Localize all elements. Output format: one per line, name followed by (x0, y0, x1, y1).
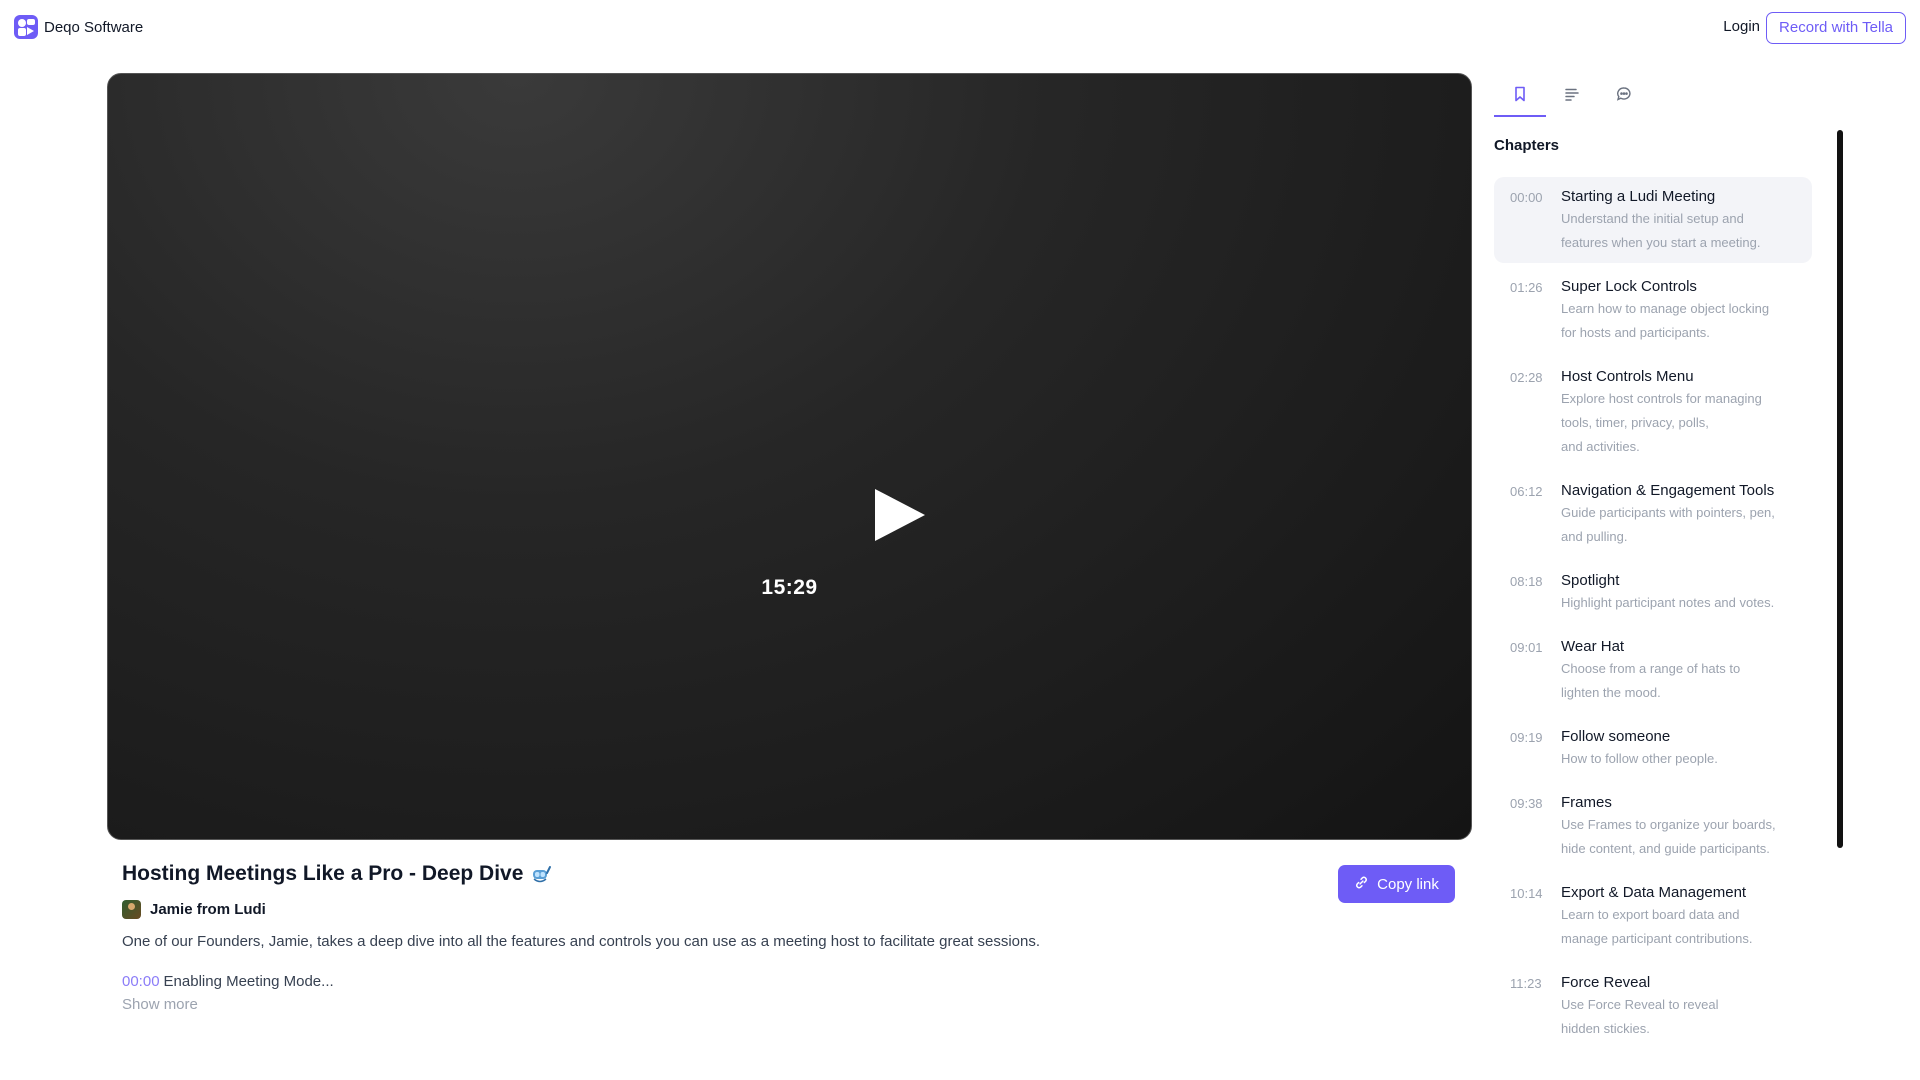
author: Jamie from Ludi (122, 900, 266, 919)
video-title-row: Hosting Meetings Like a Pro - Deep Dive (122, 862, 553, 886)
chapter-title: Export & Data Management (1561, 884, 1747, 901)
video-title: Hosting Meetings Like a Pro - Deep Dive (122, 862, 524, 885)
author-name: Jamie from Ludi (150, 901, 266, 918)
chapter-title: Host Controls Menu (1561, 368, 1694, 385)
brand[interactable]: Deqo Software (14, 15, 143, 39)
login-link[interactable]: Login (1723, 18, 1760, 35)
chapter-title: Wear Hat (1561, 638, 1625, 655)
top-bar: Deqo Software Login Record with Tella (0, 0, 1920, 56)
transcript-icon (1564, 86, 1580, 117)
brand-logo-icon (14, 15, 38, 39)
chapters-scrollbar[interactable] (1837, 130, 1843, 848)
sidebar-tabs (1494, 80, 1650, 117)
comment-icon (1616, 86, 1632, 117)
bookmark-icon (1513, 86, 1527, 115)
avatar (122, 900, 141, 919)
video-description: One of our Founders, Jamie, takes a deep… (122, 933, 1041, 950)
play-icon[interactable] (875, 489, 925, 541)
chapter-description: Learn how to manage object locking for h… (1561, 301, 1770, 340)
brand-name: Deqo Software (44, 18, 144, 36)
chapter-description: Highlight participant notes and votes. (1561, 595, 1775, 610)
link-icon (1354, 875, 1369, 894)
chapter-item[interactable]: 09:19 Follow someone How to follow other … (1494, 717, 1812, 779)
chapter-time: 08:18 (1510, 574, 1543, 589)
video-player[interactable]: 15:29 (107, 73, 1472, 840)
copy-link-button[interactable]: Copy link (1338, 865, 1455, 903)
chapter-item[interactable]: 09:38 Frames Use Frames to organize your … (1494, 783, 1812, 869)
tab-chapters[interactable] (1494, 80, 1546, 117)
chapter-time: 10:14 (1510, 886, 1543, 901)
copy-link-label: Copy link (1377, 875, 1439, 893)
chapter-time: 02:28 (1510, 370, 1543, 385)
diving-mask-icon (531, 863, 553, 885)
chapter-item[interactable]: 09:01 Wear Hat Choose from a range of hat… (1494, 627, 1812, 713)
chapter-title: Super Lock Controls (1561, 278, 1697, 295)
chapter-title: Force Reveal (1561, 974, 1651, 991)
chapter-time: 09:19 (1510, 730, 1543, 745)
chapter-description: Guide participants with pointers, pen, a… (1561, 505, 1775, 544)
show-more-link[interactable]: Show more (122, 996, 198, 1013)
chapter-title: Frames (1561, 794, 1612, 811)
record-with-tella-button[interactable]: Record with Tella (1766, 12, 1906, 44)
description-chapter-text: Enabling Meeting Mode... (163, 973, 334, 990)
chapter-time: 01:26 (1510, 280, 1543, 295)
description-chapter-line: 00:00 Enabling Meeting Mode... (122, 973, 334, 990)
chapter-description: Understand the initial setup and feature… (1561, 211, 1761, 250)
chapter-time: 06:12 (1510, 484, 1543, 499)
chapter-description: Explore host controls for managing tools… (1561, 391, 1762, 454)
chapter-time: 09:01 (1510, 640, 1543, 655)
chapter-item[interactable]: 10:14 Export & Data Management Learn to e… (1494, 873, 1812, 959)
chapter-title: Navigation & Engagement Tools (1561, 482, 1775, 499)
chapters-heading: Chapters (1494, 137, 1560, 154)
chapter-item[interactable]: 11:23 Force Reveal Use Force Reveal to re… (1494, 963, 1812, 1049)
chapter-item[interactable]: 08:18 Spotlight Highlight participant not… (1494, 561, 1812, 623)
chapter-description: How to follow other people. (1561, 751, 1718, 766)
chapter-item[interactable]: 02:28 Host Controls Menu Explore host con… (1494, 357, 1812, 467)
chapter-description: Choose from a range of hats to lighten t… (1561, 661, 1741, 700)
chapter-time: 00:00 (1510, 190, 1543, 205)
chapter-description: Learn to export board data and manage pa… (1561, 907, 1753, 946)
chapter-description: Use Force Reveal to reveal hidden sticki… (1561, 997, 1719, 1036)
video-duration: 15:29 (761, 576, 818, 599)
chapter-time: 09:38 (1510, 796, 1543, 811)
chapter-title: Spotlight (1561, 572, 1620, 589)
chapter-description: Use Frames to organize your boards, hide… (1561, 817, 1776, 856)
chapter-time: 11:23 (1510, 976, 1542, 991)
chapter-list: 00:00 Starting a Ludi Meeting Understand … (1494, 177, 1812, 1053)
tab-comments[interactable] (1598, 80, 1650, 117)
chapter-title: Starting a Ludi Meeting (1561, 188, 1716, 205)
chapter-item[interactable]: 06:12 Navigation & Engagement Tools Guide… (1494, 471, 1812, 557)
tab-transcript[interactable] (1546, 80, 1598, 117)
chapter-item[interactable]: 01:26 Super Lock Controls Learn how to ma… (1494, 267, 1812, 353)
chapter-item[interactable]: 00:00 Starting a Ludi Meeting Understand … (1494, 177, 1812, 263)
description-timestamp-link[interactable]: 00:00 (122, 973, 160, 990)
chapter-title: Follow someone (1561, 728, 1671, 745)
